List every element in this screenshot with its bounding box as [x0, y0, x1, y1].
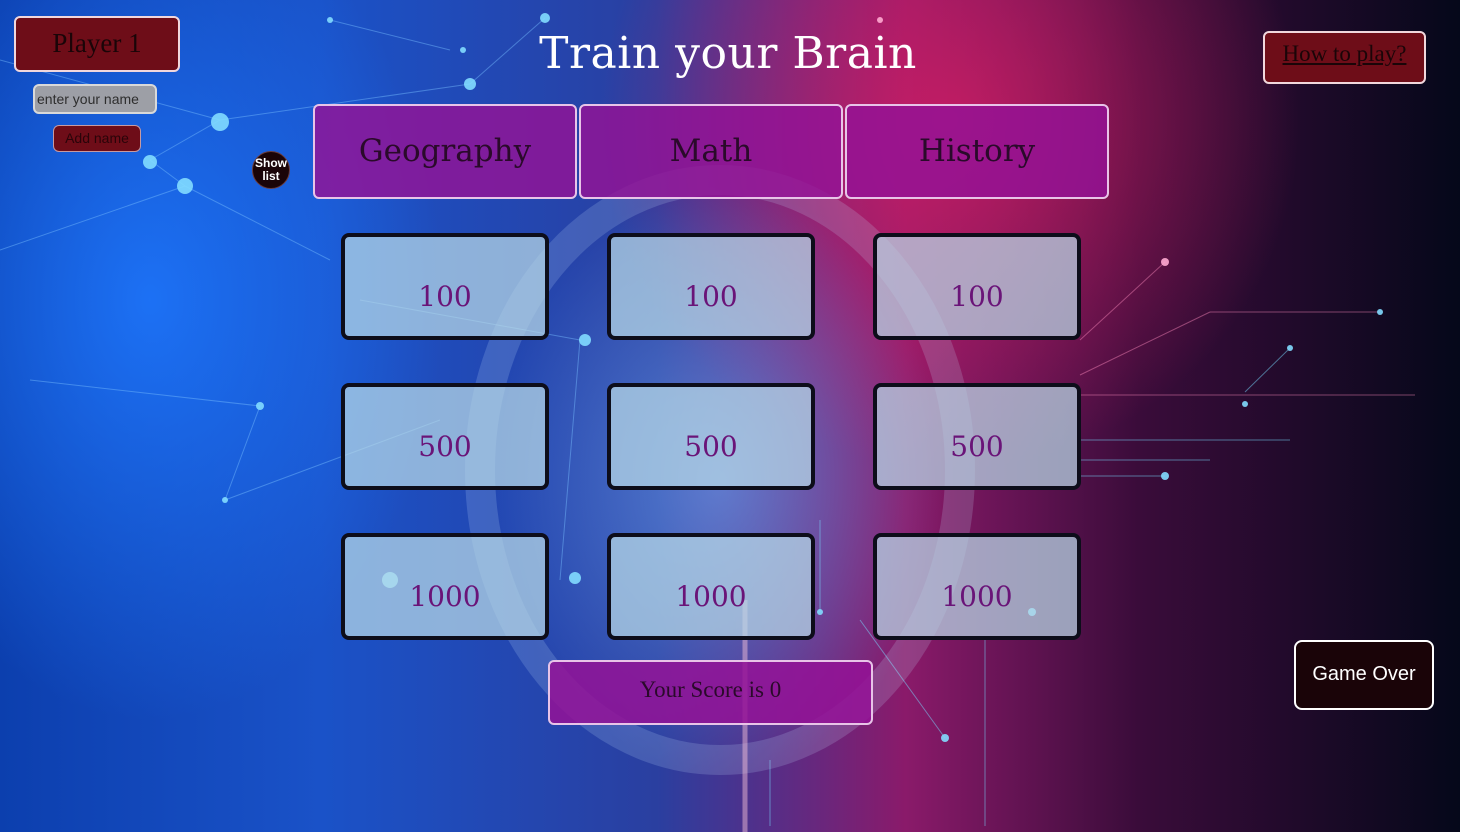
how-to-play-button[interactable]: How to play? [1263, 31, 1426, 84]
name-input[interactable] [33, 84, 157, 114]
tile-history-500[interactable]: 500 [873, 383, 1081, 490]
show-list-label-line1: Show [255, 156, 287, 170]
tile-history-1000[interactable]: 1000 [873, 533, 1081, 640]
category-history: History [845, 104, 1109, 199]
tile-math-500[interactable]: 500 [607, 383, 815, 490]
tile-geography-500[interactable]: 500 [341, 383, 549, 490]
show-list-label-line2: list [262, 169, 280, 183]
add-name-button[interactable]: Add name [53, 125, 141, 152]
show-list-button[interactable]: Show list [252, 151, 290, 189]
tile-geography-100[interactable]: 100 [341, 233, 549, 340]
score-display: Your Score is 0 [548, 660, 873, 725]
tile-geography-1000[interactable]: 1000 [341, 533, 549, 640]
tile-history-100[interactable]: 100 [873, 233, 1081, 340]
page-title: Train your Brain [539, 28, 917, 79]
category-geography: Geography [313, 104, 577, 199]
tile-math-100[interactable]: 100 [607, 233, 815, 340]
game-over-button[interactable]: Game Over [1294, 640, 1434, 710]
category-math: Math [579, 104, 843, 199]
tile-math-1000[interactable]: 1000 [607, 533, 815, 640]
